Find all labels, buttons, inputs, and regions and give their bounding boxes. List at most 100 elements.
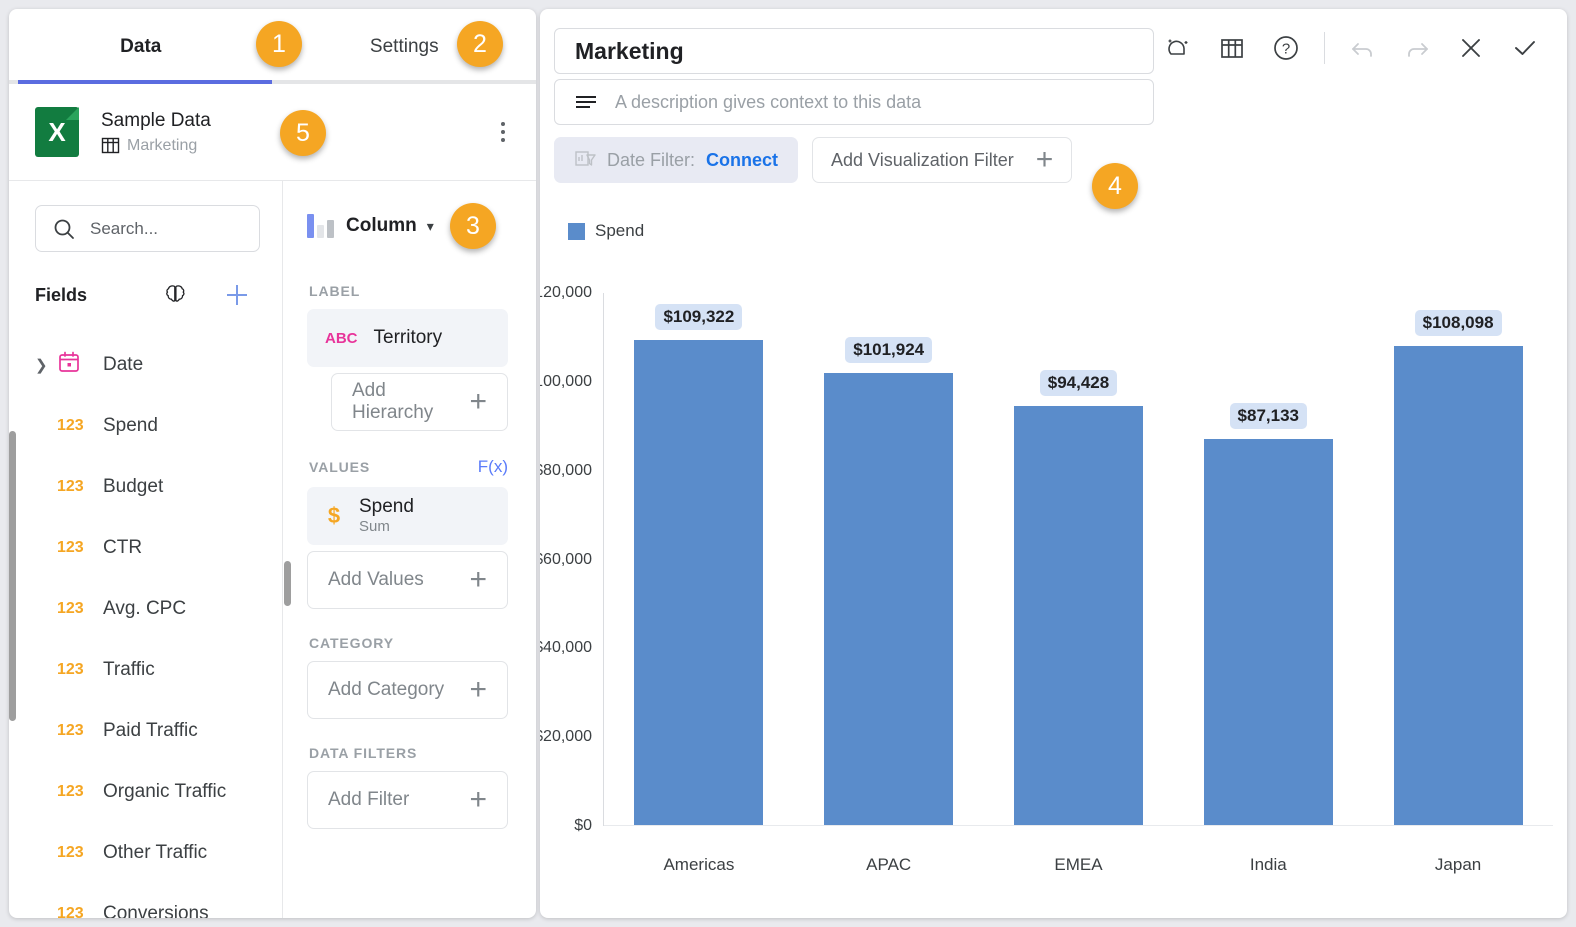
- plus-icon: +: [469, 385, 487, 418]
- fx-formula-button[interactable]: F(x): [478, 457, 508, 477]
- add-hierarchy-label: Add Hierarchy: [352, 380, 434, 423]
- bar-value-label: $94,428: [1039, 370, 1118, 397]
- ai-insights-icon[interactable]: [1158, 28, 1198, 68]
- y-axis-tick-label: $20,000: [540, 728, 592, 746]
- fields-title: Fields: [35, 284, 88, 305]
- bar-value-label: $109,322: [655, 304, 743, 331]
- annotation-badge-4: 4: [1092, 163, 1138, 209]
- fields-list: ❯ Date 123 Spend 123 Budget 123 CTR 123 Avg. CPC 1…: [9, 326, 282, 918]
- visualization-panel: Marketing A description gives context to…: [540, 9, 1567, 918]
- values-heading-text: VALUES: [309, 459, 371, 475]
- category-heading-text: CATEGORY: [309, 635, 394, 651]
- kebab-menu-icon[interactable]: [490, 122, 516, 142]
- section-heading-category: CATEGORY: [309, 635, 508, 651]
- field-row[interactable]: 123 Traffic: [9, 639, 282, 700]
- label-field-chip[interactable]: ABC Territory: [307, 309, 508, 367]
- y-axis-tick-label: $80,000: [540, 461, 592, 479]
- y-axis-tick-label: $0: [574, 817, 592, 834]
- help-icon[interactable]: ?: [1266, 28, 1306, 68]
- viz-description-placeholder: A description gives context to this data: [615, 91, 922, 112]
- search-input[interactable]: Search...: [35, 205, 260, 252]
- viz-toolbar: ?: [1154, 28, 1553, 183]
- y-axis: $0 $20,000 $40,000 $60,000 $80,000 $100,000 $1…: [540, 284, 600, 834]
- number-type-icon: 123: [57, 599, 84, 617]
- field-row[interactable]: ❯ Date: [9, 334, 282, 395]
- chart-bar[interactable]: [1393, 345, 1523, 825]
- redo-icon[interactable]: [1397, 28, 1437, 68]
- field-row[interactable]: 123 Organic Traffic: [9, 761, 282, 822]
- field-row[interactable]: 123 Paid Traffic: [9, 700, 282, 761]
- y-axis-tick-label: $120,000: [540, 284, 592, 301]
- tab-settings-label: Settings: [369, 35, 439, 57]
- filters-row: Date Filter: Connect Add Visualization F…: [554, 137, 1154, 183]
- bar-slot: $94,428: [984, 293, 1174, 825]
- chart-legend: Spend: [540, 214, 1567, 248]
- bar-slot: $109,322: [604, 293, 794, 825]
- field-name: CTR: [103, 536, 143, 558]
- fields-scrollbar[interactable]: [9, 431, 16, 721]
- field-name: Organic Traffic: [103, 780, 227, 802]
- date-filter-label: Date Filter:: [607, 149, 696, 170]
- viz-header-fields: Marketing A description gives context to…: [554, 28, 1154, 183]
- date-filter-button[interactable]: Date Filter: Connect: [554, 137, 799, 183]
- chevron-right-icon[interactable]: ❯: [35, 356, 57, 374]
- field-row[interactable]: 123 Budget: [9, 456, 282, 517]
- field-row[interactable]: 123 Other Traffic: [9, 822, 282, 883]
- chart-container: Spend $0 $20,000 $40,000 $60,000 $80,000 $100…: [540, 214, 1567, 918]
- svg-text:?: ?: [1282, 41, 1290, 58]
- x-axis-category-label: Americas: [663, 855, 735, 874]
- add-field-icon[interactable]: [222, 280, 252, 310]
- x-axis-labels: Americas APAC EMEA India Japan: [604, 850, 1553, 880]
- config-column: Column ▾ LABEL ABC Territory Add Hierarc…: [283, 181, 536, 918]
- plus-icon: +: [469, 783, 487, 816]
- add-filter-label: Add Filter: [328, 789, 410, 810]
- y-axis-tick-label: $100,000: [540, 372, 592, 390]
- left-config-panel: Data Settings X Sample Data Marketing Se…: [9, 9, 536, 918]
- config-scrollbar[interactable]: [284, 561, 291, 606]
- bars-plot-area: $109,322 $101,924 $94,428 $87,133 $108,098: [604, 293, 1553, 826]
- annotation-badge-1: 1: [256, 21, 302, 67]
- data-source-row[interactable]: X Sample Data Marketing: [9, 84, 536, 181]
- field-name: Paid Traffic: [103, 719, 198, 741]
- values-field-aggregation: Sum: [359, 518, 390, 535]
- confirm-check-icon[interactable]: [1505, 28, 1545, 68]
- section-heading-label: LABEL: [309, 283, 508, 299]
- field-name: Date: [103, 353, 144, 375]
- undo-icon[interactable]: [1343, 28, 1383, 68]
- field-name: Traffic: [103, 658, 155, 680]
- bar-value-label: $108,098: [1414, 309, 1502, 336]
- add-category-button[interactable]: Add Category +: [307, 661, 508, 719]
- chart-bar[interactable]: [1203, 438, 1333, 825]
- field-row[interactable]: 123 CTR: [9, 517, 282, 578]
- add-values-button[interactable]: Add Values +: [307, 551, 508, 609]
- chart-bar[interactable]: [824, 373, 954, 825]
- add-visualization-filter-button[interactable]: Add Visualization Filter +: [812, 137, 1073, 183]
- annotation-badge-3: 3: [450, 203, 496, 249]
- plus-icon: +: [469, 563, 487, 596]
- currency-type-icon: $: [327, 503, 341, 528]
- panel-columns: Search... Fields ❯ Date 123 Spend 123 Bu…: [9, 181, 536, 918]
- bar-slot: $108,098: [1363, 293, 1553, 825]
- viz-description-input[interactable]: A description gives context to this data: [554, 79, 1154, 125]
- viz-title-input[interactable]: Marketing: [554, 28, 1154, 74]
- fields-header: Fields: [9, 264, 282, 326]
- chart-bar[interactable]: [634, 340, 764, 825]
- date-filter-connect-link[interactable]: Connect: [706, 150, 778, 171]
- field-row[interactable]: 123 Spend: [9, 395, 282, 456]
- field-row[interactable]: 123 Conversions: [9, 883, 282, 919]
- bar-slot: $101,924: [794, 293, 984, 825]
- data-source-table-name: Marketing: [127, 136, 198, 154]
- field-row[interactable]: 123 Avg. CPC: [9, 578, 282, 639]
- values-field-name: Spend: [359, 496, 414, 517]
- brain-icon[interactable]: [162, 282, 188, 308]
- close-icon[interactable]: [1451, 28, 1491, 68]
- table-view-icon[interactable]: [1212, 28, 1252, 68]
- values-field-chip[interactable]: $ Spend Sum: [307, 487, 508, 545]
- bar-slot: $87,133: [1173, 293, 1363, 825]
- add-hierarchy-button[interactable]: Add Hierarchy +: [331, 373, 508, 431]
- tab-data[interactable]: Data: [9, 9, 273, 84]
- chart-bar[interactable]: [1013, 406, 1144, 825]
- add-filter-button[interactable]: Add Filter +: [307, 771, 508, 829]
- add-values-label: Add Values: [328, 569, 424, 590]
- table-icon: [101, 137, 120, 154]
